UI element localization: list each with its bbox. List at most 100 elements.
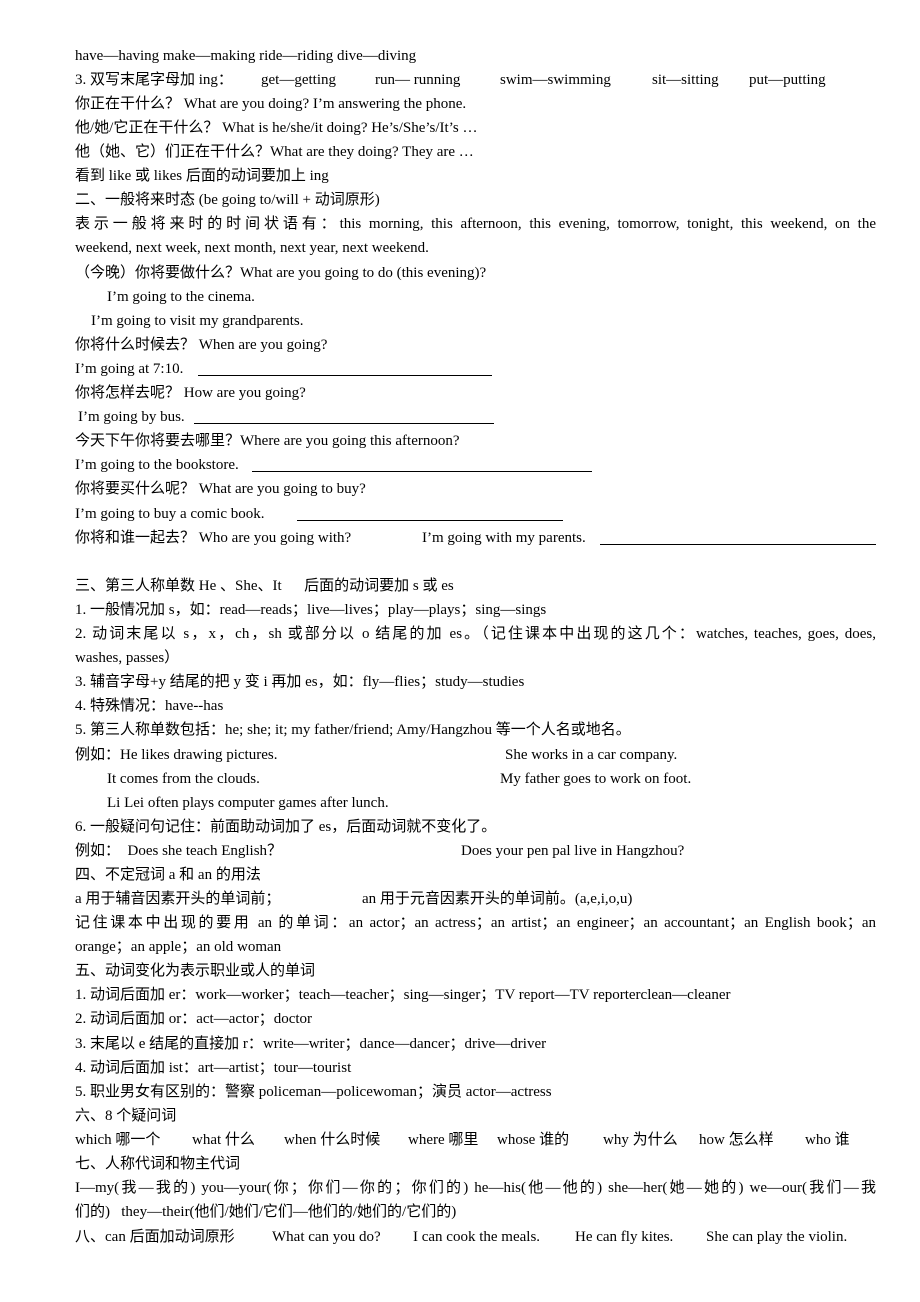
answer-blank[interactable] [252,471,592,472]
text: I’m going to buy a comic book. [75,506,265,522]
text: 五、动词变化为表示职业或人的单词 [75,963,316,979]
text-line: 3. 双写末尾字母加 ing： get—getting run— running… [75,69,876,91]
text: 1. 动词后面加 er：work—worker；teach—teacher；si… [75,987,731,1003]
text-line: 们的) they—their(他们/她们/它们—他们的/她们的/它们的) [75,1201,876,1223]
text: 你正在干什么？ What are you doing? I’m answerin… [75,96,467,112]
text: 们的) they—their(他们/她们/它们—他们的/她们的/它们的) [75,1204,457,1220]
text: Does your pen pal live in Hangzhou? [461,843,685,859]
text-line: a 用于辅音因素开头的单词前； an 用于元音因素开头的单词前。(a,e,i,o… [75,888,876,910]
text-line: 今天下午你将要去哪里？Where are you going this afte… [75,430,876,452]
text: run— running [375,72,461,88]
text: washes, passes） [75,650,180,666]
text: 3. 末尾以 e 结尾的直接加 r：write—writer；dance—dan… [75,1036,547,1052]
text: 2. 动词后面加 or：act—actor；doctor [75,1011,313,1027]
text: What can you do? [272,1229,381,1245]
text: 他（她、它）们正在干什么？What are they doing? They a… [75,144,474,160]
text: a 用于辅音因素开头的单词前； [75,891,281,907]
text: I’m going with my parents. [422,530,586,546]
text: He can fly kites. [575,1229,674,1245]
text-line: 表示一般将来时的时间状语有：this morning, this afterno… [75,216,876,232]
text: She works in a car company. [505,747,678,763]
answer-blank[interactable] [194,423,494,424]
text: 3. 辅音字母+y 结尾的把 y 变 i 再加 es，如：fly—flies；s… [75,674,525,690]
answer-blank[interactable] [198,375,492,376]
text: get—getting [261,72,336,88]
text: 二、一般将来时态 (be going to/will + 动词原形) [75,192,380,208]
text: sit—sitting [652,72,719,88]
text-line: I’m going by bus. [75,406,876,428]
text: My father goes to work on foot. [500,771,692,787]
text-line: 3. 辅音字母+y 结尾的把 y 变 i 再加 es，如：fly—flies；s… [75,671,876,693]
section-heading: 二、一般将来时态 (be going to/will + 动词原形) [75,189,876,211]
section-heading: 七、人称代词和物主代词 [75,1153,876,1175]
text: （今晚）你将要做什么？What are you going to do (thi… [75,265,487,281]
text: 6. 一般疑问句记住：前面助动词加了 es，后面动词就不变化了。 [75,819,497,835]
section-heading: 六、8 个疑问词 [75,1105,876,1127]
text-line: weekend, next week, next month, next yea… [75,237,876,259]
answer-blank[interactable] [297,520,563,521]
text: 4. 动词后面加 ist：art—artist；tour—tourist [75,1060,352,1076]
text-line: 5. 职业男女有区别的：警察 policeman—policewoman；演员 … [75,1081,876,1103]
text: 六、8 个疑问词 [75,1108,177,1124]
text-line: orange；an apple；an old woman [75,936,876,958]
text-line: I’m going to buy a comic book. [75,503,876,525]
text: 1. 一般情况加 s，如：read—reads；live—lives；play—… [75,602,547,618]
section-heading: 八、can 后面加动词原形 [75,1229,235,1245]
text: an 用于元音因素开头的单词前。(a,e,i,o,u) [362,891,633,907]
text: when 什么时候 [284,1132,381,1148]
text-line: 八、can 后面加动词原形 What can you do? I can coo… [75,1226,876,1248]
text-line: 例如： Does she teach English？ Does your pe… [75,840,876,862]
text: 你将怎样去呢？ How are you going? [75,385,306,401]
text-line: 你将和谁一起去？ Who are you going with? I’m goi… [75,527,876,549]
text-line: washes, passes） [75,647,876,669]
text: I’m going to the cinema. [107,289,255,305]
text: I’m going to the bookstore. [75,457,239,473]
question-words-line: which 哪一个 what 什么 when 什么时候 where 哪里 who… [75,1129,876,1151]
section-heading: 四、不定冠词 a 和 an 的用法 [75,864,876,886]
text-line: 他/她/它正在干什么？ What is he/she/it doing? He’… [75,117,876,139]
text-line: 例如：He likes drawing pictures. She works … [75,744,876,766]
answer-blank[interactable] [600,544,876,545]
text-line: （今晚）你将要做什么？What are you going to do (thi… [75,262,876,284]
text: who 谁 [805,1132,850,1148]
text: which 哪一个 [75,1132,161,1148]
text: 你将什么时候去？ When are you going? [75,337,328,353]
text-line: 看到 like 或 likes 后面的动词要加上 ing [75,165,876,187]
text: whose 谁的 [497,1132,570,1148]
text: orange；an apple；an old woman [75,939,282,955]
text-line: 他（她、它）们正在干什么？What are they doing? They a… [75,141,876,163]
text-line: 1. 一般情况加 s，如：read—reads；live—lives；play—… [75,599,876,621]
text-line: 6. 一般疑问句记住：前面助动词加了 es，后面动词就不变化了。 [75,816,876,838]
text: 4. 特殊情况：have--has [75,698,224,714]
text-line: I’m going to the cinema. [75,286,876,308]
text: 你将要买什么呢？ What are you going to buy? [75,481,366,497]
text: 今天下午你将要去哪里？Where are you going this afte… [75,433,460,449]
text: Li Lei often plays computer games after … [107,795,389,811]
text-line: 你正在干什么？ What are you doing? I’m answerin… [75,93,876,115]
text: 3. 双写末尾字母加 ing： [75,72,233,88]
text-line: 4. 动词后面加 ist：art—artist；tour—tourist [75,1057,876,1079]
text: how 怎么样 [699,1132,774,1148]
text-line: 2. 动词末尾以 s，x，ch，sh 或部分以 o 结尾的加 es。（记住课本中… [75,626,876,642]
text-line: 你将要买什么呢？ What are you going to buy? [75,478,876,500]
text: 例如： Does she teach English？ [75,843,283,859]
text-line: 5. 第三人称单数包括：he; she; it; my father/frien… [75,719,876,741]
text-line: I’m going to visit my grandparents. [75,310,876,332]
text: what 什么 [192,1132,255,1148]
text-line: have—having make—making ride—riding dive… [75,45,876,67]
text: have—having make—making ride—riding dive… [75,48,417,64]
text: 5. 第三人称单数包括：he; she; it; my father/frien… [75,722,631,738]
text: where 哪里 [408,1132,479,1148]
text-line: 3. 末尾以 e 结尾的直接加 r：write—writer；dance—dan… [75,1033,876,1055]
text-line: 记住课本中出现的要用 an 的单词：an actor；an actress；an… [75,915,876,931]
text-line: I—my(我—我的) you—your(你；你们—你的；你们的) he—his(… [75,1180,876,1196]
text-line: 4. 特殊情况：have--has [75,695,876,717]
text: I’m going to visit my grandparents. [91,313,304,329]
text-line: 你将怎样去呢？ How are you going? [75,382,876,404]
text: put—putting [749,72,826,88]
text: 他/她/它正在干什么？ What is he/she/it doing? He’… [75,120,478,136]
text: It comes from the clouds. [107,771,260,787]
text: 四、不定冠词 a 和 an 的用法 [75,867,261,883]
text-line: Li Lei often plays computer games after … [75,792,876,814]
text: 七、人称代词和物主代词 [75,1156,241,1172]
